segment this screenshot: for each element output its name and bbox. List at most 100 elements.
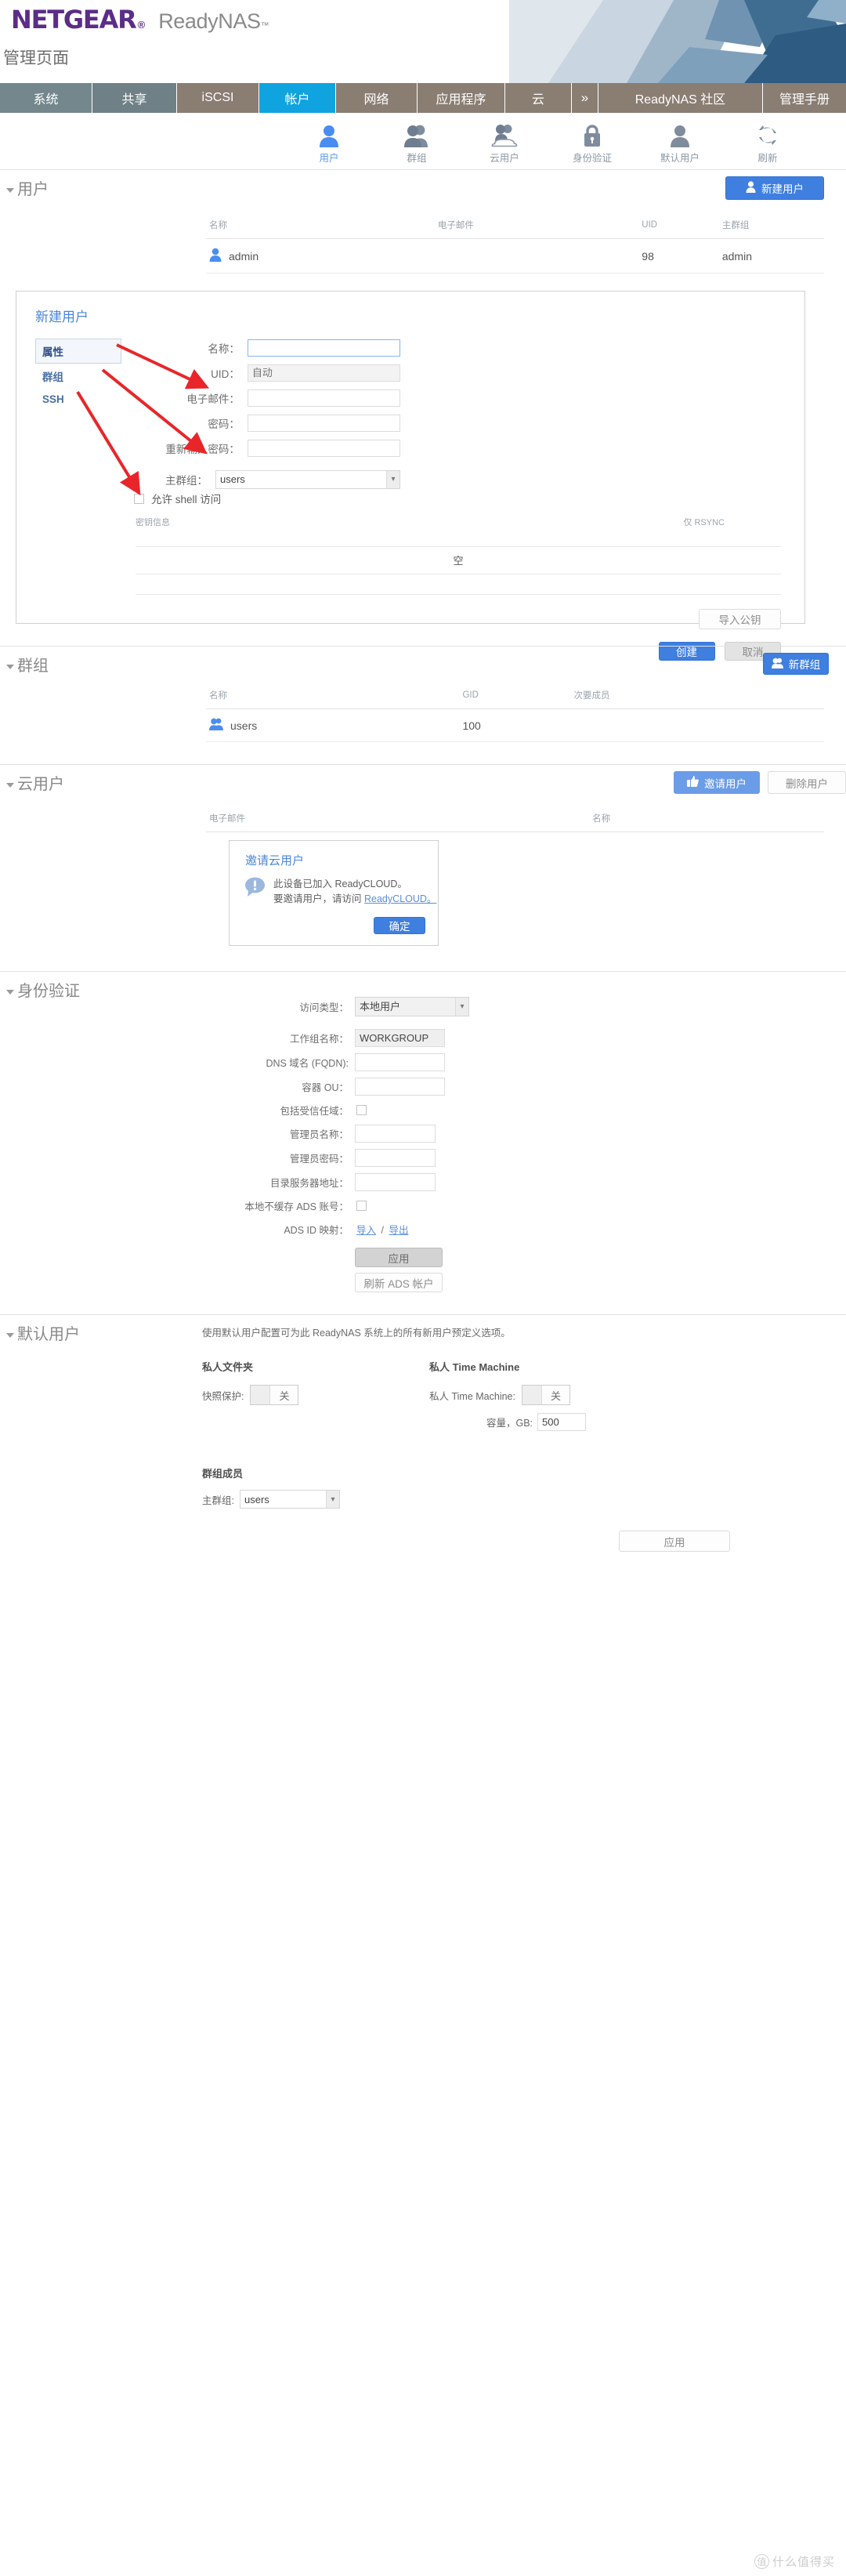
invite-dialog-ok-button[interactable]: 确定 [374, 917, 425, 934]
tab-accounts[interactable]: 帐户 [259, 83, 336, 113]
ssh-key-table: 密钥信息 仅 RSYNC 空 导入公钥 创建 取消 [136, 516, 781, 661]
collapse-caret-icon[interactable] [6, 664, 14, 669]
subnav-item-authentication[interactable]: 身份验证 [548, 121, 636, 165]
admin-password-label: 管理员密码： [289, 1153, 349, 1165]
ads-export-link[interactable]: 导出 [389, 1225, 408, 1236]
ads-import-link[interactable]: 导入 [356, 1225, 376, 1236]
ads-id-mapping-label: ADS ID 映射： [284, 1224, 349, 1236]
collapse-caret-icon[interactable] [6, 989, 14, 995]
no-cache-ads-checkbox[interactable] [356, 1200, 367, 1211]
collapse-caret-icon[interactable] [6, 1332, 14, 1338]
col-gid: GID [459, 684, 571, 709]
refresh-ads-accounts-button[interactable]: 刷新 ADS 帐户 [355, 1273, 443, 1292]
group-icon [403, 121, 430, 147]
tab-apps[interactable]: 应用程序 [418, 83, 505, 113]
dialog-tab-groups[interactable]: 群组 [35, 364, 121, 389]
subnav-item-cloud-users[interactable]: 云用户 [461, 121, 548, 165]
col-email: 电子邮件 [206, 807, 590, 832]
key-info-column-header: 密钥信息 [136, 518, 170, 527]
private-folder-header: 私人文件夹 [202, 1361, 254, 1373]
trademark-mark: ™ [260, 21, 269, 31]
tab-network[interactable]: 网络 [336, 83, 418, 113]
users-table-header: 名称 电子邮件 UID 主群组 [206, 214, 824, 239]
primary-group-select[interactable]: users [215, 469, 400, 489]
info-bubble-icon [245, 877, 265, 908]
trusted-domains-checkbox[interactable] [356, 1104, 367, 1115]
watermark: 值 什么值得买 [754, 2553, 835, 2570]
table-row[interactable]: users 100 [206, 708, 824, 742]
subnav-item-default-user[interactable]: 默认用户 [636, 121, 724, 165]
tab-admin-manual[interactable]: 管理手册 [763, 83, 846, 113]
cloud-users-table-header: 电子邮件 名称 [206, 807, 824, 832]
col-uid: UID [638, 214, 719, 239]
uid-label: UID： [211, 368, 240, 380]
tab-system[interactable]: 系统 [0, 83, 92, 113]
col-members: 次要成员 [570, 684, 824, 709]
name-label: 名称： [208, 342, 240, 355]
admin-name-input[interactable] [355, 1124, 436, 1143]
auth-apply-button[interactable]: 应用 [355, 1248, 443, 1267]
new-group-button[interactable]: 新群组 [763, 653, 829, 675]
app-banner: NETGEAR ® ReadyNAS ™ 管理页面 [0, 0, 846, 83]
collapse-caret-icon[interactable] [6, 187, 14, 193]
subnav-label: 群组 [407, 153, 427, 164]
default-primary-group-label: 主群组: [202, 1495, 234, 1506]
new-user-dialog-title: 新建用户 [35, 310, 89, 324]
subnav-item-groups[interactable]: 群组 [373, 121, 461, 165]
email-input[interactable] [247, 389, 400, 407]
access-type-select[interactable]: 本地用户 [355, 996, 469, 1016]
password-input[interactable] [247, 414, 400, 432]
dialog-tab-ssh[interactable]: SSH [35, 389, 121, 410]
tab-shares[interactable]: 共享 [92, 83, 177, 113]
name-input[interactable] [247, 339, 400, 357]
tab-readynas-community[interactable]: ReadyNAS 社区 [598, 83, 763, 113]
container-ou-label: 容器 OU： [302, 1081, 349, 1093]
directory-server-input[interactable] [355, 1172, 436, 1191]
users-section: 用户 新建用户 名称 电子邮件 UID 主群组 admin 98 admin 新… [0, 169, 846, 661]
invite-dialog-line2-prefix: 要邀请用户，请访问 [273, 893, 364, 905]
time-machine-toggle[interactable]: 关 [521, 1385, 570, 1405]
cell-gid: 100 [459, 708, 571, 742]
default-user-apply-button[interactable]: 应用 [619, 1531, 730, 1552]
tab-overflow-chevron-icon[interactable]: » [572, 83, 598, 113]
collapse-caret-icon[interactable] [6, 782, 14, 788]
user-icon [318, 121, 340, 147]
snapshot-protection-toggle[interactable]: 关 [250, 1385, 299, 1405]
cell-name: admin [206, 238, 435, 274]
thumbs-up-icon [687, 776, 699, 789]
new-user-button[interactable]: 新建用户 [725, 176, 824, 200]
confirm-password-input[interactable] [247, 439, 400, 457]
directory-server-label: 目录服务器地址： [269, 1177, 349, 1189]
workgroup-input[interactable] [355, 1028, 445, 1047]
import-public-key-button[interactable]: 导入公钥 [699, 609, 781, 629]
subnav-item-users[interactable]: 用户 [285, 121, 373, 165]
table-row[interactable]: admin 98 admin [206, 238, 824, 274]
subnav-label: 用户 [319, 153, 339, 164]
remove-user-button[interactable]: 删除用户 [768, 771, 846, 794]
capacity-input[interactable] [537, 1413, 587, 1431]
shell-access-row[interactable]: 允许 shell 访问 [134, 491, 221, 506]
email-label: 电子邮件： [186, 393, 240, 405]
uid-input[interactable] [247, 364, 400, 382]
netgear-wordmark: NETGEAR [11, 5, 137, 34]
container-ou-input[interactable] [355, 1077, 445, 1096]
default-primary-group-select[interactable]: users [239, 1490, 340, 1509]
row-group-icon [209, 718, 223, 733]
shell-access-checkbox[interactable] [134, 493, 144, 504]
subnav-item-refresh[interactable]: 刷新 [724, 121, 812, 165]
fqdn-input[interactable] [355, 1053, 445, 1071]
refresh-icon [757, 121, 779, 147]
dialog-tab-properties[interactable]: 属性 [35, 339, 121, 364]
admin-password-input[interactable] [355, 1148, 436, 1167]
invite-user-button-label: 邀请用户 [704, 777, 747, 790]
readycloud-link[interactable]: ReadyCLOUD。 [364, 893, 436, 904]
tab-iscsi[interactable]: iSCSI [177, 83, 259, 113]
tab-cloud[interactable]: 云 [505, 83, 572, 113]
invite-user-button[interactable]: 邀请用户 [674, 771, 760, 794]
time-machine-header: 私人 Time Machine [429, 1361, 520, 1373]
primary-group-label: 主群组： [165, 474, 208, 487]
new-user-dialog: 新建用户 属性 群组 SSH 名称： UID： 电子邮件： 密码： [16, 291, 805, 661]
password-label: 密码： [208, 418, 240, 430]
ads-link-separator: / [381, 1224, 384, 1236]
invite-dialog-title: 邀请云用户 [245, 854, 305, 868]
